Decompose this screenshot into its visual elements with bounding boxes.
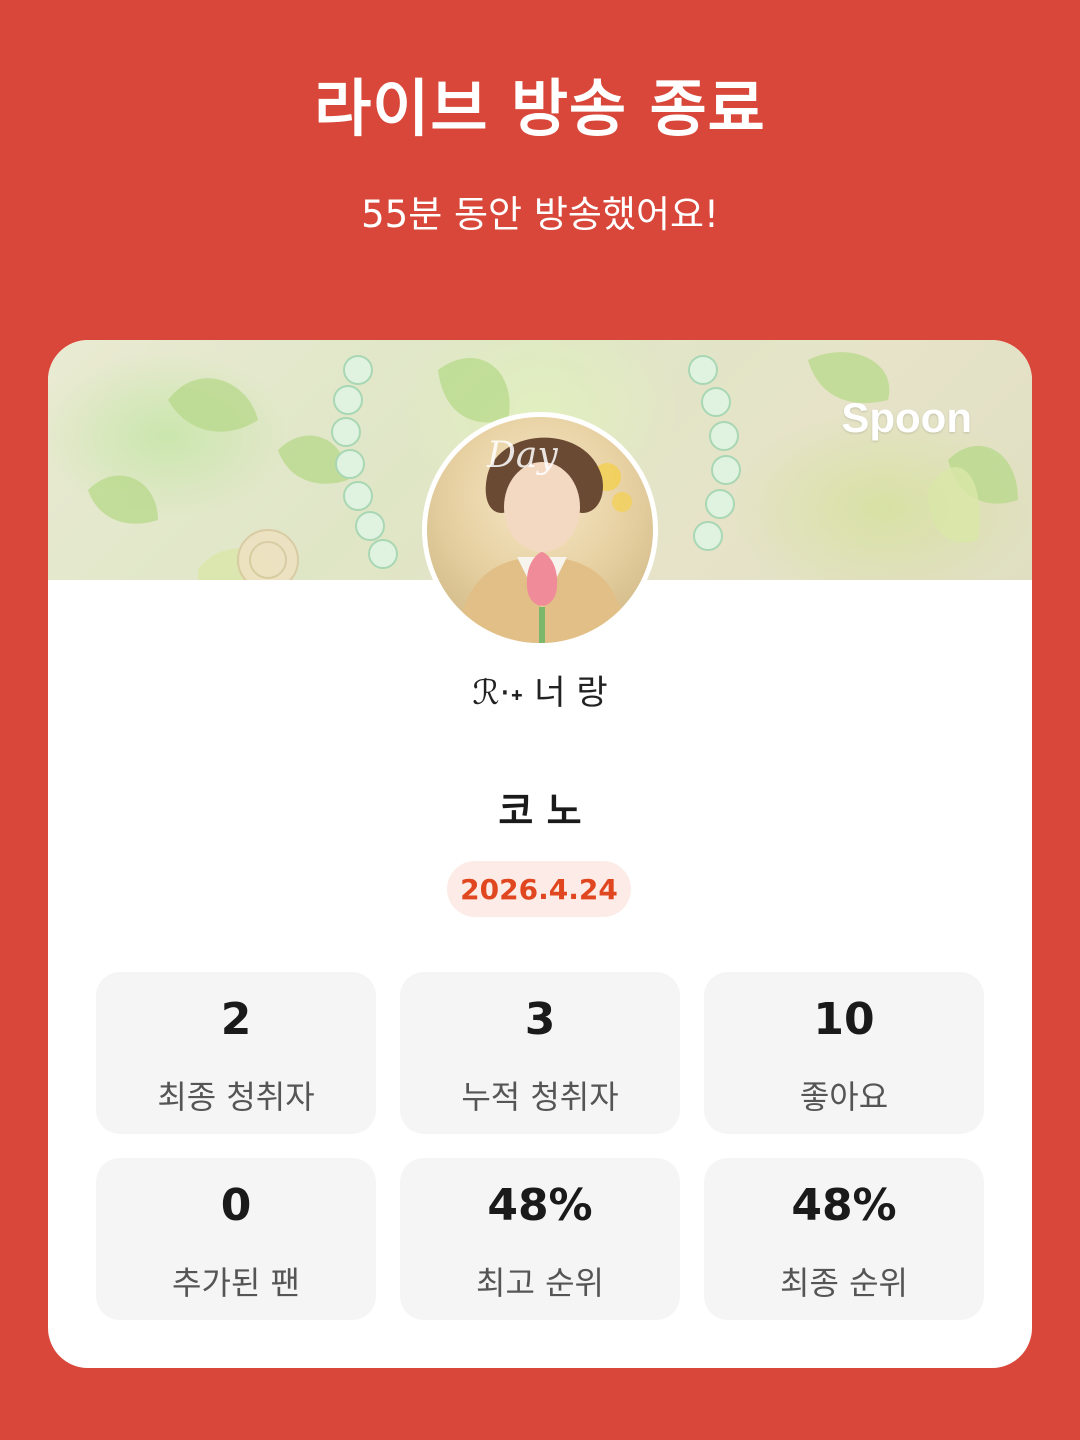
- broadcast-date-badge: 2026.4.24: [447, 861, 631, 917]
- spoon-logo: Spoon: [841, 394, 972, 441]
- stat-label: 누적 청취자: [461, 1078, 619, 1116]
- streamer-name: 코 노: [498, 789, 582, 833]
- broadcast-summary-card: Spoon Day ℛ·˖ 너 랑 코 노 2026.4.24 2 최종 청취자…: [48, 340, 1032, 1368]
- broadcast-duration-text: 55분 동안 방송했어요!: [361, 193, 719, 236]
- stat-likes: 10 좋아요: [704, 972, 984, 1134]
- nickname: ℛ·˖ 너 랑: [472, 673, 608, 713]
- stat-final-listeners: 2 최종 청취자: [96, 972, 376, 1134]
- stat-label: 추가된 팬: [172, 1264, 300, 1302]
- stat-value: 48%: [791, 1180, 897, 1231]
- stat-label: 좋아요: [799, 1078, 889, 1116]
- stat-value: 0: [220, 1180, 252, 1231]
- stat-label: 최종 순위: [780, 1264, 908, 1302]
- stat-value: 48%: [487, 1180, 593, 1231]
- stat-value: 10: [813, 994, 875, 1045]
- stat-final-rank: 48% 최종 순위: [704, 1158, 984, 1320]
- stat-value: 3: [524, 994, 556, 1045]
- avatar-illustration: Day: [457, 435, 632, 643]
- stat-new-fans: 0 추가된 팬: [96, 1158, 376, 1320]
- stat-label: 최고 순위: [476, 1264, 604, 1302]
- page-title: 라이브 방송 종료: [314, 72, 766, 145]
- stat-value: 2: [220, 994, 252, 1045]
- stat-total-listeners: 3 누적 청취자: [400, 972, 680, 1134]
- svg-text:Day: Day: [486, 435, 558, 476]
- stat-peak-rank: 48% 최고 순위: [400, 1158, 680, 1320]
- stat-label: 최종 청취자: [157, 1078, 315, 1116]
- profile-avatar: Day: [422, 412, 658, 648]
